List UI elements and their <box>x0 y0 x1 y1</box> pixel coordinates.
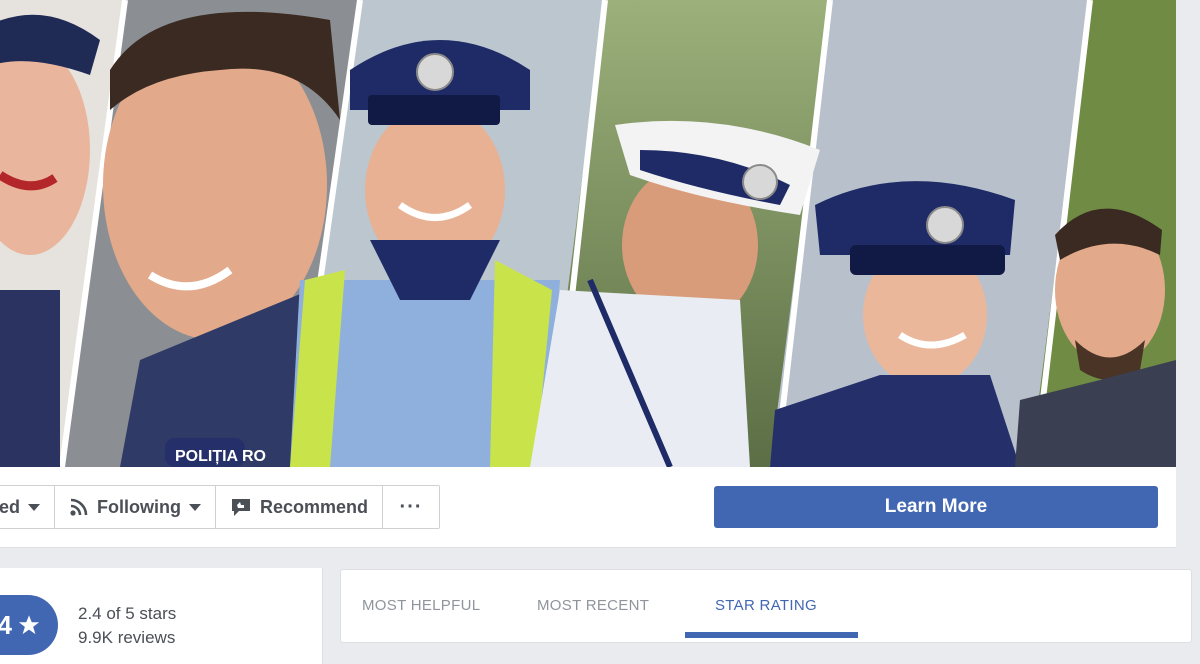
rating-text-block: 2.4 of 5 stars 9.9K reviews <box>78 602 176 650</box>
liked-label: ed <box>0 496 21 517</box>
rating-badge-value: 4 <box>0 609 12 640</box>
review-tabs: MOST HELPFUL MOST RECENT STAR RATING <box>340 569 1192 643</box>
tab-most-helpful[interactable]: MOST HELPFUL <box>362 570 480 640</box>
more-icon: ··· <box>399 495 423 518</box>
following-button[interactable]: Following <box>55 486 216 528</box>
star-icon <box>18 615 40 635</box>
review-count-text: 9.9K reviews <box>78 628 176 647</box>
learn-more-button[interactable]: Learn More <box>714 486 1158 528</box>
tab-star-rating[interactable]: STAR RATING <box>715 570 817 640</box>
following-label: Following <box>97 496 181 517</box>
cover-badge-text: POLIȚIA RO <box>175 448 266 465</box>
recommend-label: Recommend <box>260 496 369 517</box>
rating-score-text: 2.4 of 5 stars <box>78 604 177 623</box>
action-button-group: ed Following Recommend ··· <box>0 485 441 529</box>
more-options-button[interactable]: ··· <box>383 486 440 528</box>
rss-icon <box>69 497 89 517</box>
cover-photo[interactable]: POLIȚIA RO <box>0 0 1176 467</box>
tab-most-recent[interactable]: MOST RECENT <box>537 570 649 640</box>
recommend-button[interactable]: Recommend <box>216 486 384 528</box>
rating-summary: 4 2.4 of 5 stars 9.9K reviews <box>0 568 323 664</box>
chevron-down-icon <box>28 503 41 511</box>
active-tab-indicator <box>685 632 858 638</box>
cover-photo-collage: POLIȚIA RO <box>0 0 1176 467</box>
speech-bubble-icon <box>230 496 252 518</box>
rating-badge: 4 <box>0 595 58 655</box>
page-action-bar: ed Following Recommend ··· Learn More <box>0 467 1176 548</box>
liked-button[interactable]: ed <box>0 486 56 528</box>
chevron-down-icon <box>189 503 201 511</box>
